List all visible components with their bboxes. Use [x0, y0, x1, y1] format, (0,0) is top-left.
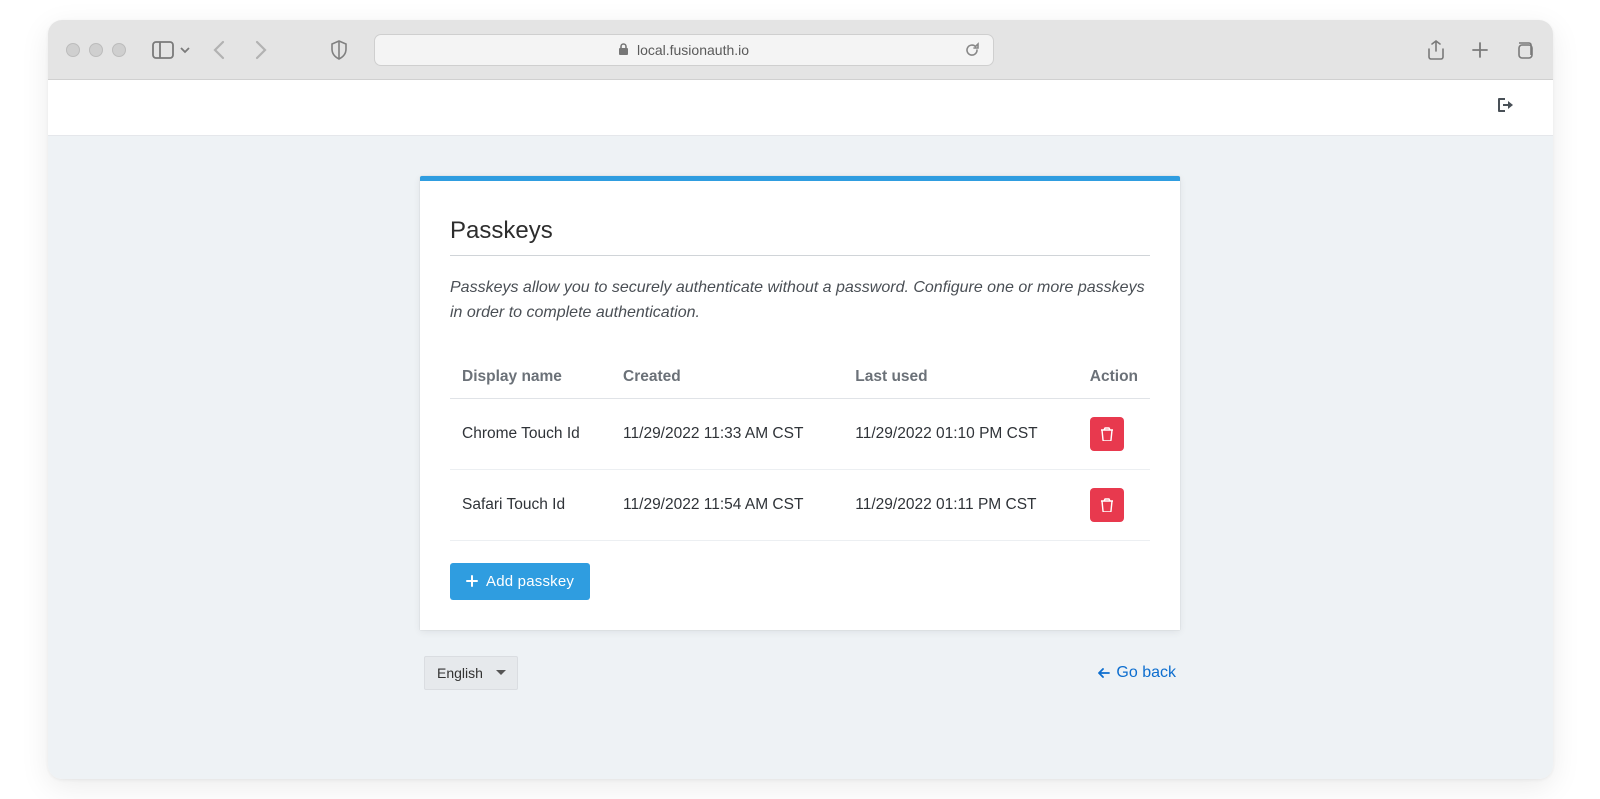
window-traffic-lights [66, 43, 126, 57]
url-text: local.fusionauth.io [637, 42, 749, 58]
add-passkey-label: Add passkey [486, 573, 574, 590]
panel-title: Passkeys [450, 217, 1150, 256]
go-back-label: Go back [1116, 664, 1176, 682]
share-icon[interactable] [1425, 39, 1447, 61]
back-button[interactable] [208, 39, 230, 61]
app-header [48, 80, 1553, 136]
zoom-traffic-icon[interactable] [112, 43, 126, 57]
delete-button[interactable] [1090, 488, 1124, 522]
page-body: Passkeys Passkeys allow you to securely … [48, 136, 1553, 779]
sidebar-toggle-button[interactable] [152, 41, 190, 59]
arrow-left-icon [1098, 667, 1110, 679]
col-created: Created [611, 358, 843, 399]
delete-button[interactable] [1090, 417, 1124, 451]
panel-description: Passkeys allow you to securely authentic… [450, 276, 1150, 326]
browser-window: local.fusionauth.io Passkeys [48, 20, 1553, 779]
table-row: Chrome Touch Id 11/29/2022 11:33 AM CST … [450, 398, 1150, 469]
browser-toolbar: local.fusionauth.io [48, 20, 1553, 80]
add-passkey-button[interactable]: Add passkey [450, 563, 590, 600]
refresh-icon[interactable] [961, 39, 983, 61]
passkeys-table: Display name Created Last used Action Ch… [450, 358, 1150, 541]
trash-icon [1100, 426, 1114, 441]
col-display-name: Display name [450, 358, 611, 399]
cell-last-used: 11/29/2022 01:11 PM CST [843, 469, 1078, 540]
shield-icon[interactable] [328, 39, 350, 61]
logout-icon[interactable] [1497, 97, 1515, 118]
col-last-used: Last used [843, 358, 1078, 399]
cell-name: Safari Touch Id [450, 469, 611, 540]
cell-last-used: 11/29/2022 01:10 PM CST [843, 398, 1078, 469]
minimize-traffic-icon[interactable] [89, 43, 103, 57]
passkeys-panel: Passkeys Passkeys allow you to securely … [420, 176, 1180, 630]
col-action: Action [1078, 358, 1150, 399]
cell-created: 11/29/2022 11:54 AM CST [611, 469, 843, 540]
cell-name: Chrome Touch Id [450, 398, 611, 469]
plus-icon [466, 575, 478, 587]
url-bar[interactable]: local.fusionauth.io [374, 34, 994, 66]
lock-icon [618, 43, 629, 56]
language-select[interactable]: English [424, 656, 518, 690]
forward-button[interactable] [250, 39, 272, 61]
close-traffic-icon[interactable] [66, 43, 80, 57]
cell-created: 11/29/2022 11:33 AM CST [611, 398, 843, 469]
table-row: Safari Touch Id 11/29/2022 11:54 AM CST … [450, 469, 1150, 540]
footer-row: English Go back [420, 656, 1180, 690]
tab-overview-icon[interactable] [1513, 39, 1535, 61]
new-tab-icon[interactable] [1469, 39, 1491, 61]
go-back-link[interactable]: Go back [1098, 664, 1176, 682]
trash-icon [1100, 497, 1114, 512]
chevron-down-icon [180, 45, 190, 55]
